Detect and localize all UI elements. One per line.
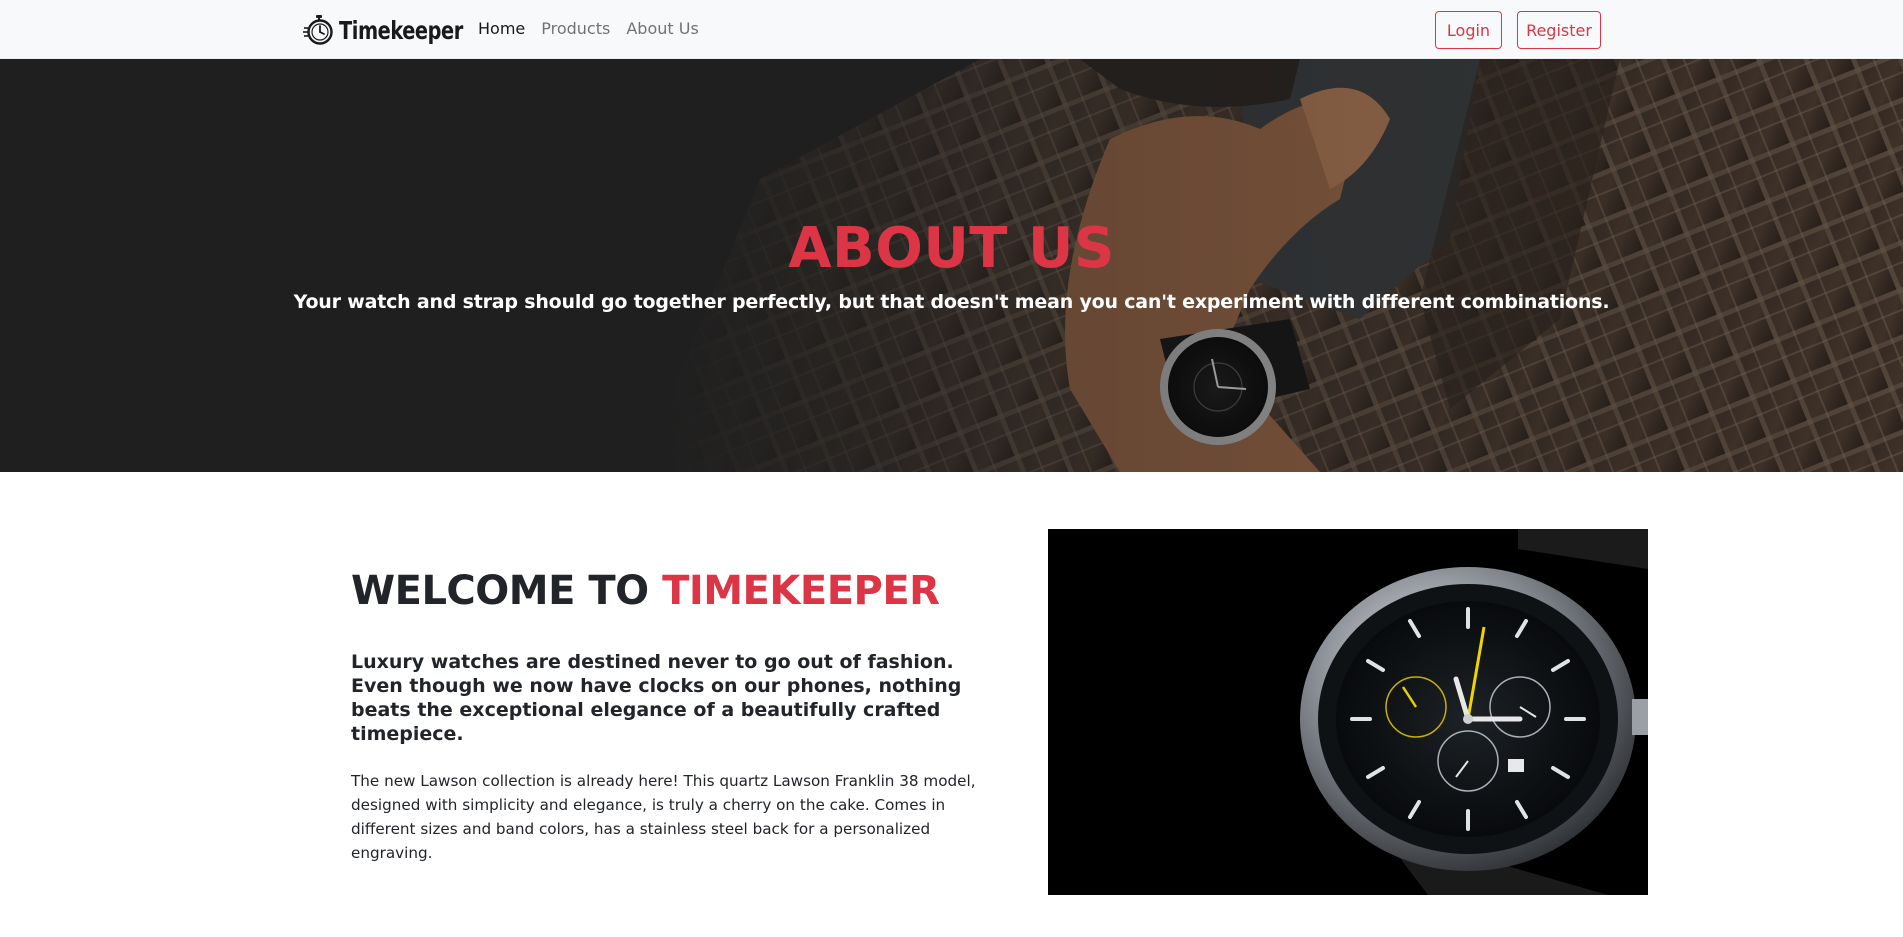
nav-link-home[interactable]: Home	[478, 19, 525, 38]
hero-title: ABOUT US	[788, 216, 1115, 281]
nav-link-about-us[interactable]: About Us	[626, 19, 698, 38]
watch-product-image	[1048, 529, 1648, 895]
welcome-heading-prefix: WELCOME TO	[351, 568, 649, 614]
login-button[interactable]: Login	[1435, 11, 1502, 49]
nav-link-products[interactable]: Products	[541, 19, 610, 38]
welcome-body-text: The new Lawson collection is already her…	[351, 772, 976, 862]
register-button[interactable]: Register	[1517, 11, 1601, 49]
main-nav: Home Products About Us	[478, 19, 699, 38]
welcome-heading-brand: TIMEKEEPER	[662, 568, 940, 614]
hero-subtitle: Your watch and strap should go together …	[293, 291, 1610, 313]
welcome-lead-text: Luxury watches are destined never to go …	[351, 651, 962, 745]
stopwatch-icon	[303, 15, 333, 45]
welcome-heading: WELCOME TO TIMEKEEPER	[351, 568, 940, 614]
navbar: Timekeeper Home Products About Us Login …	[0, 0, 1903, 59]
hero-banner: ABOUT US Your watch and strap should go …	[0, 59, 1903, 472]
brand-name: Timekeeper	[339, 15, 463, 45]
brand-logo[interactable]: Timekeeper	[303, 13, 483, 47]
